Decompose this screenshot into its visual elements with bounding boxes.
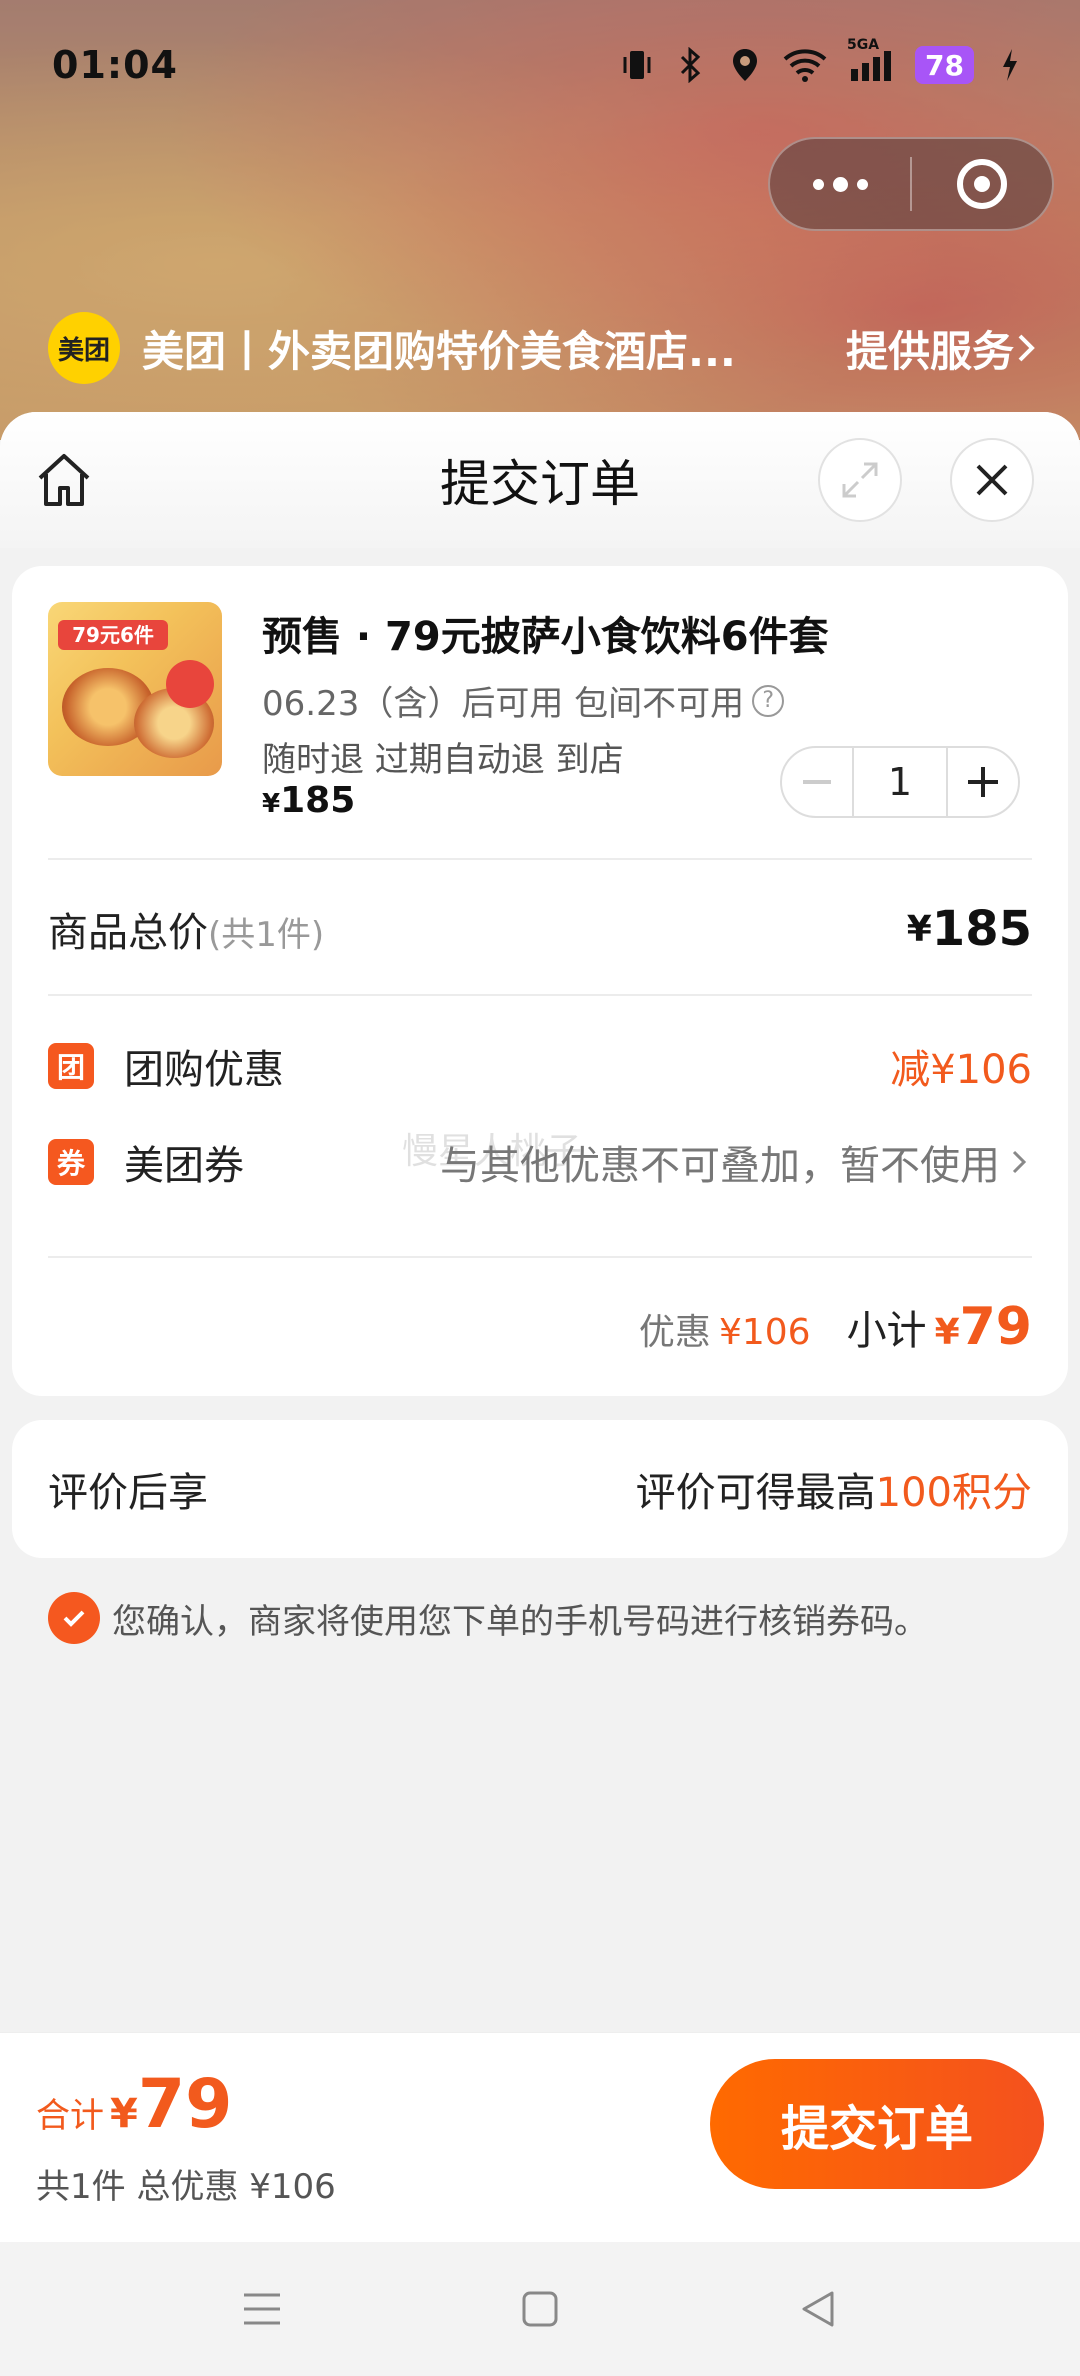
mini-program-capsule (768, 137, 1054, 231)
increase-button[interactable] (948, 748, 1018, 816)
review-row: 评价后享 评价可得最高 100积分 (48, 1420, 1032, 1558)
divider (48, 858, 1032, 860)
vibrate-icon (619, 47, 655, 83)
review-label: 评价后享 (48, 1470, 208, 1516)
order-sheet: 提交订单 79元6件 预售 · 79元披萨小食饮料6件套 06.23（含）后可用… (0, 412, 1080, 2032)
battery-level: 78 (915, 46, 974, 84)
service-label: 提供服务 (845, 326, 1014, 376)
product-title: 预售 · 79元披萨小食饮料6件套 (262, 614, 829, 660)
brand-logo: 美团 (48, 312, 120, 384)
more-icon (812, 176, 868, 192)
minus-icon (803, 780, 831, 784)
expand-icon (842, 462, 878, 498)
coupon-note: 与其他优惠不可叠加，暂不使用 (440, 1143, 1000, 1189)
subtotal-label: 小计 (846, 1308, 927, 1354)
close-button[interactable] (950, 438, 1034, 522)
back-icon (802, 2291, 834, 2327)
order-card: 79元6件 预售 · 79元披萨小食饮料6件套 06.23（含）后可用 包间不可… (12, 566, 1068, 1396)
quantity-value[interactable]: 1 (852, 748, 948, 816)
group-discount-row: 团 团购优惠 减¥106 (48, 1024, 1032, 1108)
signal-icon: 5GA (847, 37, 897, 83)
coupon-badge: 券 (48, 1139, 94, 1185)
status-time: 01:04 (52, 43, 178, 87)
total-price-row: 商品总价(共1件) ¥185 (48, 866, 1032, 992)
group-badge: 团 (48, 1043, 94, 1089)
discount-summary: 优惠 ¥106 (639, 1303, 811, 1355)
home-button[interactable] (32, 448, 96, 512)
review-desc: 评价可得最高 100积分 (636, 1460, 1032, 1518)
product-meta-text: 06.23（含）后可用 包间不可用 (262, 684, 745, 724)
status-bar: 01:04 5GA 78 (0, 0, 1080, 130)
coupon-selector[interactable]: 与其他优惠不可叠加，暂不使用 (440, 1133, 1032, 1191)
plus-icon (968, 767, 998, 797)
confirm-checkbox[interactable] (48, 1592, 100, 1644)
decrease-button[interactable] (782, 748, 852, 816)
confirm-text: 您确认，商家将使用您下单的手机号码进行核销券码。 (112, 1601, 928, 1642)
checkout-bar: 合计 ¥ 79 共1件 总优惠 ¥106 提交订单 (0, 2032, 1080, 2242)
check-icon (63, 1610, 85, 1627)
subtotal-value: ¥79 (934, 1297, 1032, 1357)
signal-label: 5GA (847, 37, 880, 53)
divider (48, 1256, 1032, 1258)
group-discount-value: 减¥106 (890, 1047, 1032, 1093)
back-nav-button[interactable] (793, 2284, 843, 2334)
menu-icon (244, 2293, 280, 2325)
sum-symbol: ¥ (110, 2091, 138, 2137)
discount-value: ¥106 (718, 1312, 811, 1353)
product-refund: 随时退 过期自动退 到店 (262, 740, 624, 780)
target-icon (957, 159, 1007, 209)
bluetooth-icon (673, 47, 709, 83)
chevron-right-icon (1018, 334, 1035, 362)
group-label: 团购优惠 (124, 1047, 284, 1093)
divider (48, 994, 1032, 996)
home-nav-button[interactable] (515, 2284, 565, 2334)
home-icon (38, 454, 90, 506)
coupon-label: 美团券 (124, 1143, 244, 1189)
price-value: 185 (280, 780, 356, 821)
service-link[interactable]: 提供服务 (846, 318, 1038, 379)
menu-button[interactable] (237, 2284, 287, 2334)
discount-label: 优惠 (638, 1312, 711, 1353)
review-desc-prefix: 评价可得最高 (635, 1470, 876, 1516)
quantity-stepper: 1 (780, 746, 1020, 818)
sheet-title: 提交订单 (440, 455, 640, 513)
charging-icon (992, 47, 1028, 83)
sum-label: 合计 (36, 2096, 104, 2136)
total-count: (共1件) (208, 915, 325, 955)
sum-total: 合计 ¥ 79 (36, 2065, 232, 2144)
product-thumbnail: 79元6件 (48, 602, 222, 776)
price-symbol: ¥ (262, 789, 281, 819)
product-meta: 06.23（含）后可用 包间不可用 ? (262, 676, 785, 725)
sheet-header: 提交订单 (0, 412, 1080, 548)
expand-button[interactable] (818, 438, 902, 522)
location-icon (727, 47, 763, 83)
subtotal-row: 优惠 ¥106 小计 ¥79 (48, 1282, 1032, 1372)
total-label: 商品总价(共1件) (48, 910, 325, 956)
subtotal-group: 优惠 ¥106 小计 ¥79 (639, 1297, 1032, 1357)
coupon-row[interactable]: 券 美团券 与其他优惠不可叠加，暂不使用 (48, 1120, 1032, 1204)
review-points: 100积分 (875, 1470, 1032, 1516)
submit-order-button[interactable]: 提交订单 (710, 2059, 1044, 2189)
system-nav-bar (0, 2242, 1080, 2376)
product-price: ¥185 (262, 780, 355, 821)
close-icon (976, 464, 1008, 496)
brand-name: 美团丨外卖团购特价美食酒店... (142, 326, 736, 376)
sum-detail: 共1件 总优惠 ¥106 (36, 2167, 336, 2207)
thumb-label: 79元6件 (58, 620, 168, 650)
status-icons: 5GA 78 (619, 37, 1028, 84)
review-card: 评价后享 评价可得最高 100积分 (12, 1420, 1068, 1558)
question-icon[interactable]: ? (752, 684, 785, 717)
total-price: ¥185 (906, 901, 1032, 957)
brand-row[interactable]: 美团 美团丨外卖团购特价美食酒店... 提供服务 (48, 310, 1038, 386)
sum-value: 79 (137, 2065, 233, 2144)
more-button[interactable] (770, 139, 910, 229)
wifi-icon (781, 47, 829, 83)
confirm-row[interactable]: 您确认，商家将使用您下单的手机号码进行核销券码。 (48, 1592, 928, 1644)
close-miniprogram-button[interactable] (912, 139, 1052, 229)
chevron-right-icon (1012, 1150, 1027, 1174)
square-icon (522, 2291, 558, 2327)
